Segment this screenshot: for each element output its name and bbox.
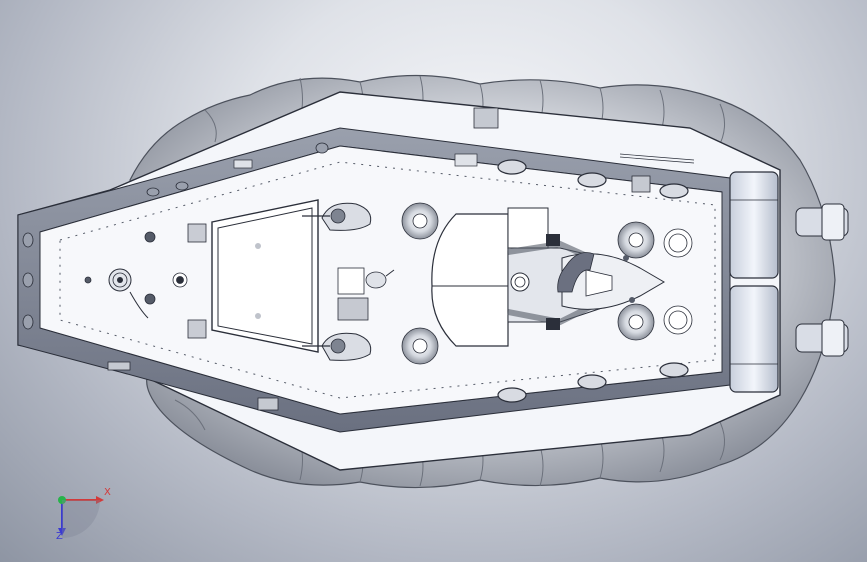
hovercraft-model[interactable] [0,0,867,562]
graphics-viewport[interactable]: X Z [0,0,867,562]
z-axis-label: Z [56,531,63,542]
coordinate-triad: X Z [40,478,120,548]
x-axis-label: X [104,487,111,498]
cargo-hatch[interactable] [211,199,319,353]
